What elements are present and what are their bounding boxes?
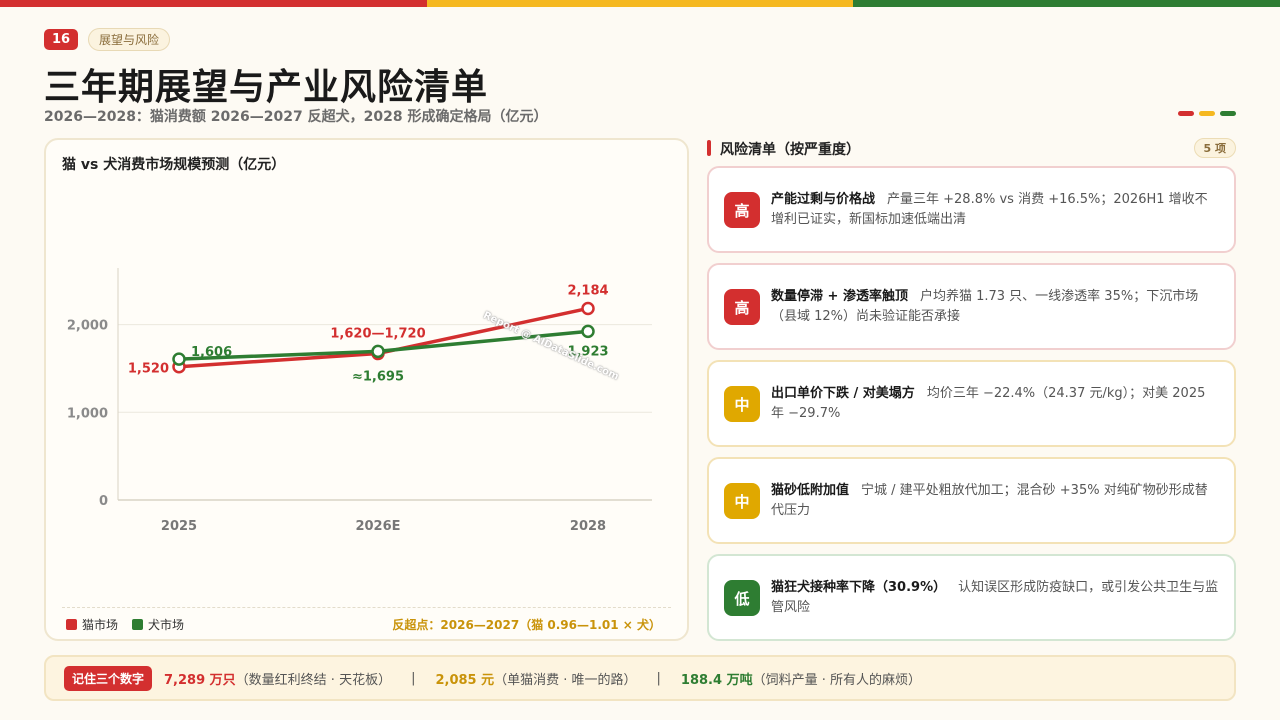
- risk-name: 猫砂低附加值: [771, 483, 850, 498]
- risk-card: 高 产能过剩与价格战 产量三年 +28.8% vs 消费 +16.5%；2026H…: [707, 166, 1236, 253]
- risk-name: 产能过剩与价格战: [771, 192, 876, 207]
- dog-data-label: ≈1,695: [352, 369, 404, 384]
- footer-note-feed: （饲料产量 · 所有人的麻烦）: [752, 672, 921, 688]
- risk-name: 数量停滞 + 渗透率触顶: [771, 289, 908, 304]
- legend-item-cat: 猫市场: [66, 616, 118, 633]
- x-tick-label: 2025: [161, 519, 197, 534]
- footer-note-spend: （单猫消费 · 唯一的路）: [494, 672, 637, 688]
- top-color-bar: [0, 0, 1280, 7]
- x-tick-label: 2026E: [355, 519, 400, 534]
- risk-name: 出口单价下跌 / 对美塌方: [771, 386, 915, 401]
- legend-label-cat: 猫市场: [82, 618, 119, 632]
- crossover-note: 反超点：2026—2027（猫 0.96—1.01 × 犬）: [392, 618, 661, 632]
- risk-card: 中 猫砂低附加值 宁城 / 建平处粗放代加工；混合砂 +35% 对纯矿物砂形成替代…: [707, 457, 1236, 544]
- y-tick-label: 2,000: [67, 319, 108, 334]
- legend-item-dog: 犬市场: [132, 616, 184, 633]
- dot-yellow: [1199, 111, 1215, 116]
- dot-green: [1220, 111, 1236, 116]
- decorative-dots: [1178, 111, 1236, 116]
- market-forecast-chart: 0 1,000 2,000 2025 2026E 2028 1,520 1,620—1,720…: [67, 268, 652, 534]
- risk-level-badge: 中: [724, 386, 760, 422]
- footer-value-feed: 188.4 万吨: [680, 672, 753, 688]
- legend-swatch-dog: [132, 619, 144, 630]
- risk-count-badge: 5 项: [1193, 138, 1236, 158]
- chart-legend: 猫市场 犬市场: [66, 616, 184, 633]
- chart-divider: [62, 607, 671, 608]
- top-bar-yellow: [426, 0, 854, 7]
- chart-card: 猫 vs 犬消费市场规模预测（亿元） 0 1,000 2,000 2025 2026E 2…: [44, 138, 689, 641]
- x-tick-label: 2028: [570, 519, 606, 534]
- top-bar-green: [853, 0, 1280, 7]
- footer-separator: |: [411, 670, 416, 686]
- risk-panel-header: 风险清单（按严重度） 5 项: [707, 138, 1236, 158]
- dog-data-point: [581, 324, 595, 339]
- page-number-badge: 16: [44, 29, 78, 50]
- dog-data-point: [371, 344, 385, 359]
- top-bar-red: [0, 0, 427, 7]
- risk-text: 数量停滞 + 渗透率触顶 户均养猫 1.73 只、一线渗透率 35%；下沉市场（县…: [771, 287, 1220, 327]
- cat-data-label: 2,184: [567, 283, 608, 298]
- legend-label-dog: 犬市场: [148, 618, 185, 632]
- risk-card: 中 出口单价下跌 / 对美塌方 均价三年 −22.4%（24.37 元/kg）；对…: [707, 360, 1236, 447]
- y-tick-label: 1,000: [67, 406, 108, 421]
- cat-data-point: [581, 301, 595, 316]
- footer-separator: |: [656, 670, 661, 686]
- risk-level-badge: 高: [724, 192, 760, 228]
- risk-level-badge: 高: [724, 289, 760, 325]
- legend-swatch-cat: [66, 619, 77, 630]
- risk-level-badge: 中: [724, 483, 760, 519]
- dog-data-point: [172, 352, 186, 366]
- risk-name: 猫狂犬接种率下降（30.9%）: [771, 580, 947, 595]
- dot-red: [1178, 111, 1194, 116]
- footer-value-cats: 7,289 万只: [164, 672, 236, 688]
- risk-card: 低 猫狂犬接种率下降（30.9%） 认知误区形成防疫缺口，或引发公共卫生与监管风险: [707, 554, 1236, 641]
- risk-card: 高 数量停滞 + 渗透率触顶 户均养猫 1.73 只、一线渗透率 35%；下沉市场…: [707, 263, 1236, 350]
- footer-tag: 记住三个数字: [64, 665, 153, 691]
- cat-data-label: 1,620—1,720: [330, 327, 425, 342]
- risk-level-badge: 低: [724, 580, 760, 616]
- section-tag: 展望与风险: [88, 28, 171, 51]
- y-tick-label: 0: [99, 494, 108, 509]
- dog-data-label: 1,606: [191, 345, 232, 360]
- risk-header-bar: [707, 140, 711, 156]
- page-title: 三年期展望与产业风险清单: [44, 67, 489, 108]
- page-subtitle: 2026—2028：猫消费额 2026—2027 反超犬，2028 形成确定格局…: [44, 109, 548, 125]
- risk-text: 出口单价下跌 / 对美塌方 均价三年 −22.4%（24.37 元/kg）；对美 …: [771, 384, 1220, 424]
- footer-note-cats: （数量红利终结 · 天花板）: [235, 672, 392, 688]
- risk-text: 产能过剩与价格战 产量三年 +28.8% vs 消费 +16.5%；2026H1 …: [771, 190, 1220, 230]
- risk-panel-title: 风险清单（按严重度）: [720, 142, 860, 158]
- risk-text: 猫砂低附加值 宁城 / 建平处粗放代加工；混合砂 +35% 对纯矿物砂形成替代压力: [771, 481, 1220, 521]
- cat-data-label: 1,520: [128, 362, 169, 377]
- footer-value-spend: 2,085 元: [435, 672, 495, 688]
- key-numbers-footer: 记住三个数字 7,289 万只 （数量红利终结 · 天花板） | 2,085 元…: [44, 655, 1236, 701]
- risk-text: 猫狂犬接种率下降（30.9%） 认知误区形成防疫缺口，或引发公共卫生与监管风险: [771, 578, 1220, 618]
